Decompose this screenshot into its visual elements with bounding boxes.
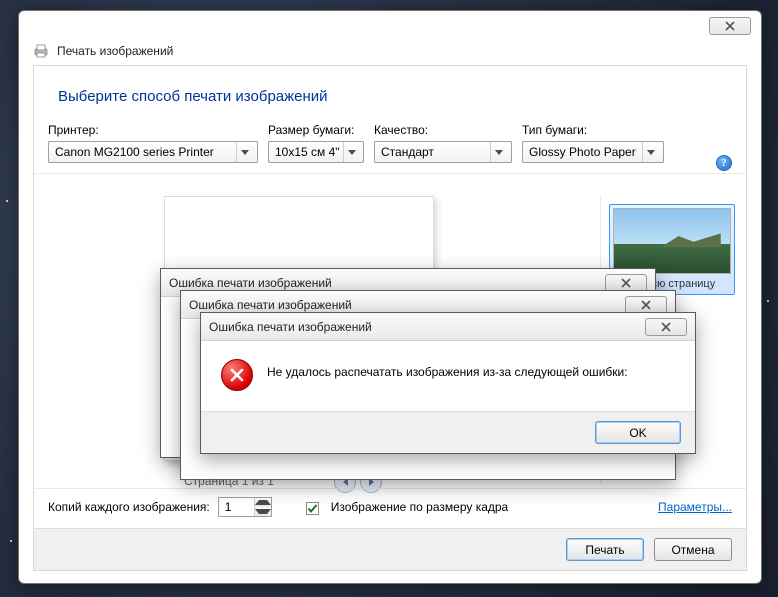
close-icon <box>659 322 673 332</box>
printer-value: Canon MG2100 series Printer <box>55 145 214 159</box>
paper-size-label: Размер бумаги: <box>268 123 364 137</box>
check-icon <box>307 503 318 514</box>
paper-type-label: Тип бумаги: <box>522 123 664 137</box>
options-row: Принтер: Canon MG2100 series Printer Раз… <box>34 123 746 174</box>
window-close-button[interactable] <box>709 17 751 35</box>
ok-button[interactable]: OK <box>595 421 681 444</box>
cancel-button-label: Отмена <box>671 543 714 557</box>
footer: Печать Отмена <box>34 528 746 570</box>
paper-type-value: Glossy Photo Paper <box>529 145 636 159</box>
chevron-down-icon <box>343 142 359 162</box>
close-icon <box>723 21 737 31</box>
chevron-down-icon <box>236 142 253 162</box>
help-icon[interactable]: ? <box>716 155 732 171</box>
printer-icon <box>33 43 49 59</box>
paper-type-select[interactable]: Glossy Photo Paper <box>522 141 664 163</box>
copies-up-button[interactable] <box>255 498 271 507</box>
dialog-titlebar: Ошибка печати изображений <box>201 313 695 341</box>
dialog-close-button[interactable] <box>645 318 687 336</box>
dialog-title: Ошибка печати изображений <box>169 276 332 290</box>
print-button-label: Печать <box>585 543 624 557</box>
window-title-row: Печать изображений <box>19 41 761 65</box>
parameters-link[interactable]: Параметры... <box>658 500 732 514</box>
copies-label: Копий каждого изображения: <box>48 500 210 514</box>
close-icon <box>639 300 653 310</box>
dialog-title: Ошибка печати изображений <box>189 298 352 312</box>
copies-value: 1 <box>219 498 254 516</box>
layout-thumbnail <box>613 208 731 274</box>
chevron-down-icon <box>490 142 507 162</box>
dialog-title: Ошибка печати изображений <box>209 320 372 334</box>
ok-button-label: OK <box>629 426 646 440</box>
chevron-up-icon <box>255 500 271 505</box>
fit-checkbox[interactable] <box>306 502 319 515</box>
error-icon <box>221 359 253 391</box>
dialog-body: Не удалось распечатать изображения из-за… <box>201 341 695 411</box>
dialog-close-button[interactable] <box>605 274 647 292</box>
dialog-footer: OK <box>201 411 695 453</box>
bottom-bar: Копий каждого изображения: 1 Изображение… <box>34 488 746 524</box>
page-heading: Выберите способ печати изображений <box>34 66 746 123</box>
quality-label: Качество: <box>374 123 512 137</box>
paper-size-select[interactable]: 10x15 см 4"x <box>268 141 364 163</box>
error-message: Не удалось распечатать изображения из-за… <box>267 359 628 391</box>
copies-down-button[interactable] <box>255 507 271 516</box>
window-titlebar <box>19 11 761 41</box>
window-title: Печать изображений <box>57 44 173 58</box>
printer-select[interactable]: Canon MG2100 series Printer <box>48 141 258 163</box>
quality-value: Стандарт <box>381 145 434 159</box>
quality-select[interactable]: Стандарт <box>374 141 512 163</box>
error-dialog-1: Ошибка печати изображений Не удалось рас… <box>200 312 696 454</box>
dialog-close-button[interactable] <box>625 296 667 314</box>
copies-spinner[interactable]: 1 <box>218 497 272 517</box>
cancel-button[interactable]: Отмена <box>654 538 732 561</box>
printer-label: Принтер: <box>48 123 258 137</box>
fit-label: Изображение по размеру кадра <box>331 500 508 514</box>
paper-size-value: 10x15 см 4"x <box>275 145 339 159</box>
chevron-down-icon <box>642 142 659 162</box>
close-icon <box>619 278 633 288</box>
chevron-down-icon <box>255 509 271 514</box>
print-button[interactable]: Печать <box>566 538 644 561</box>
